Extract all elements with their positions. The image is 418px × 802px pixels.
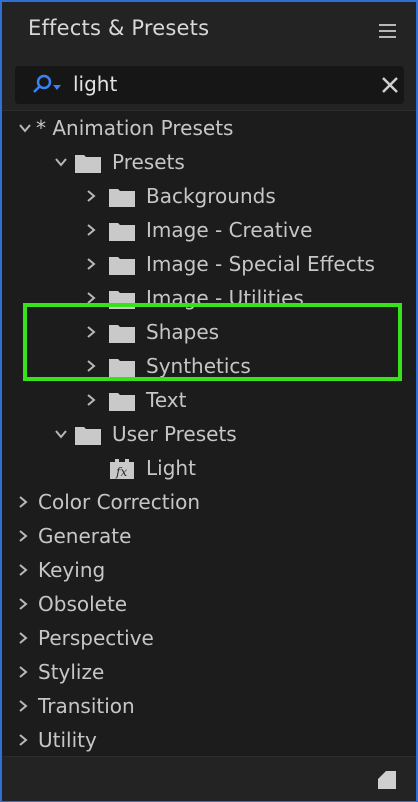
tree-item-utility[interactable]: Utility (2, 723, 416, 757)
tree-item-label: Generate (38, 524, 132, 548)
chevron-right-icon[interactable] (84, 189, 98, 203)
folder-icon (109, 223, 135, 241)
tree-item-label: Light (146, 456, 196, 480)
folder-icon (109, 393, 135, 411)
tree-item-obsolete[interactable]: Obsolete (2, 587, 416, 621)
effect-preset-icon: fx (110, 459, 134, 479)
chevron-right-icon[interactable] (84, 223, 98, 237)
folder-icon (109, 257, 135, 275)
tree-item-label: Transition (38, 694, 135, 718)
chevron-right-icon[interactable] (84, 393, 98, 407)
new-preset-icon[interactable] (374, 765, 400, 791)
close-icon[interactable] (380, 75, 400, 95)
chevron-down-icon[interactable] (54, 427, 68, 441)
chevron-down-icon[interactable] (54, 155, 68, 169)
chevron-right-icon[interactable] (16, 597, 30, 611)
chevron-right-icon[interactable] (84, 257, 98, 271)
panel-footer (2, 756, 416, 801)
search-field[interactable]: light (15, 66, 404, 104)
folder-icon (75, 427, 101, 445)
tree-item-backgrounds[interactable]: Backgrounds (2, 179, 416, 213)
tree-item-stylize[interactable]: Stylize (2, 655, 416, 689)
search-input[interactable]: light (73, 72, 117, 96)
tree-item-label: Color Correction (38, 490, 201, 514)
effects-presets-panel: Effects & Presets light * Animation Pres… (0, 0, 418, 802)
tree-item-label: Keying (38, 558, 106, 582)
tree-item-label: User Presets (112, 422, 237, 446)
chevron-right-icon[interactable] (16, 699, 30, 713)
tree-item-image-creative[interactable]: Image - Creative (2, 213, 416, 247)
tree-item-label: * Animation Presets (36, 116, 234, 140)
tree-item-text[interactable]: Text (2, 383, 416, 417)
folder-icon (75, 155, 101, 173)
chevron-right-icon[interactable] (16, 529, 30, 543)
tree-item-color-correction[interactable]: Color Correction (2, 485, 416, 519)
tree-item-label: Perspective (38, 626, 154, 650)
tree-item-transition[interactable]: Transition (2, 689, 416, 723)
menu-icon[interactable] (379, 24, 396, 38)
tree-item-label: Utility (38, 728, 97, 752)
tree-item-label: Image - Special Effects (146, 252, 375, 276)
tree-item-label: Image - Creative (146, 218, 313, 242)
tree-item-light-preset[interactable]: fx Light (2, 451, 416, 485)
chevron-right-icon[interactable] (16, 733, 30, 747)
tree-item-label: Presets (112, 150, 185, 174)
svg-text:fx: fx (115, 465, 127, 479)
tree-item-user-presets[interactable]: User Presets (2, 417, 416, 451)
tree-item-keying[interactable]: Keying (2, 553, 416, 587)
chevron-right-icon[interactable] (16, 563, 30, 577)
panel-header: Effects & Presets (2, 2, 416, 60)
tree-item-label: Text (146, 388, 187, 412)
folder-icon (109, 189, 135, 207)
tree-item-generate[interactable]: Generate (2, 519, 416, 553)
tree-item-label: Stylize (38, 660, 105, 684)
tree-item-perspective[interactable]: Perspective (2, 621, 416, 655)
chevron-right-icon[interactable] (16, 495, 30, 509)
tree-item-animation-presets[interactable]: * Animation Presets (2, 111, 416, 145)
tree-item-image-special-effects[interactable]: Image - Special Effects (2, 247, 416, 281)
user-presets-highlight (23, 303, 402, 381)
tree-item-label: Backgrounds (146, 184, 276, 208)
chevron-right-icon[interactable] (16, 665, 30, 679)
effects-tree: * Animation Presets Presets Backgrounds … (2, 110, 416, 757)
chevron-down-icon[interactable] (18, 121, 32, 135)
chevron-right-icon[interactable] (16, 631, 30, 645)
search-icon[interactable] (29, 72, 65, 98)
panel-title: Effects & Presets (28, 16, 210, 40)
tree-item-presets[interactable]: Presets (2, 145, 416, 179)
tree-item-label: Obsolete (38, 592, 128, 616)
